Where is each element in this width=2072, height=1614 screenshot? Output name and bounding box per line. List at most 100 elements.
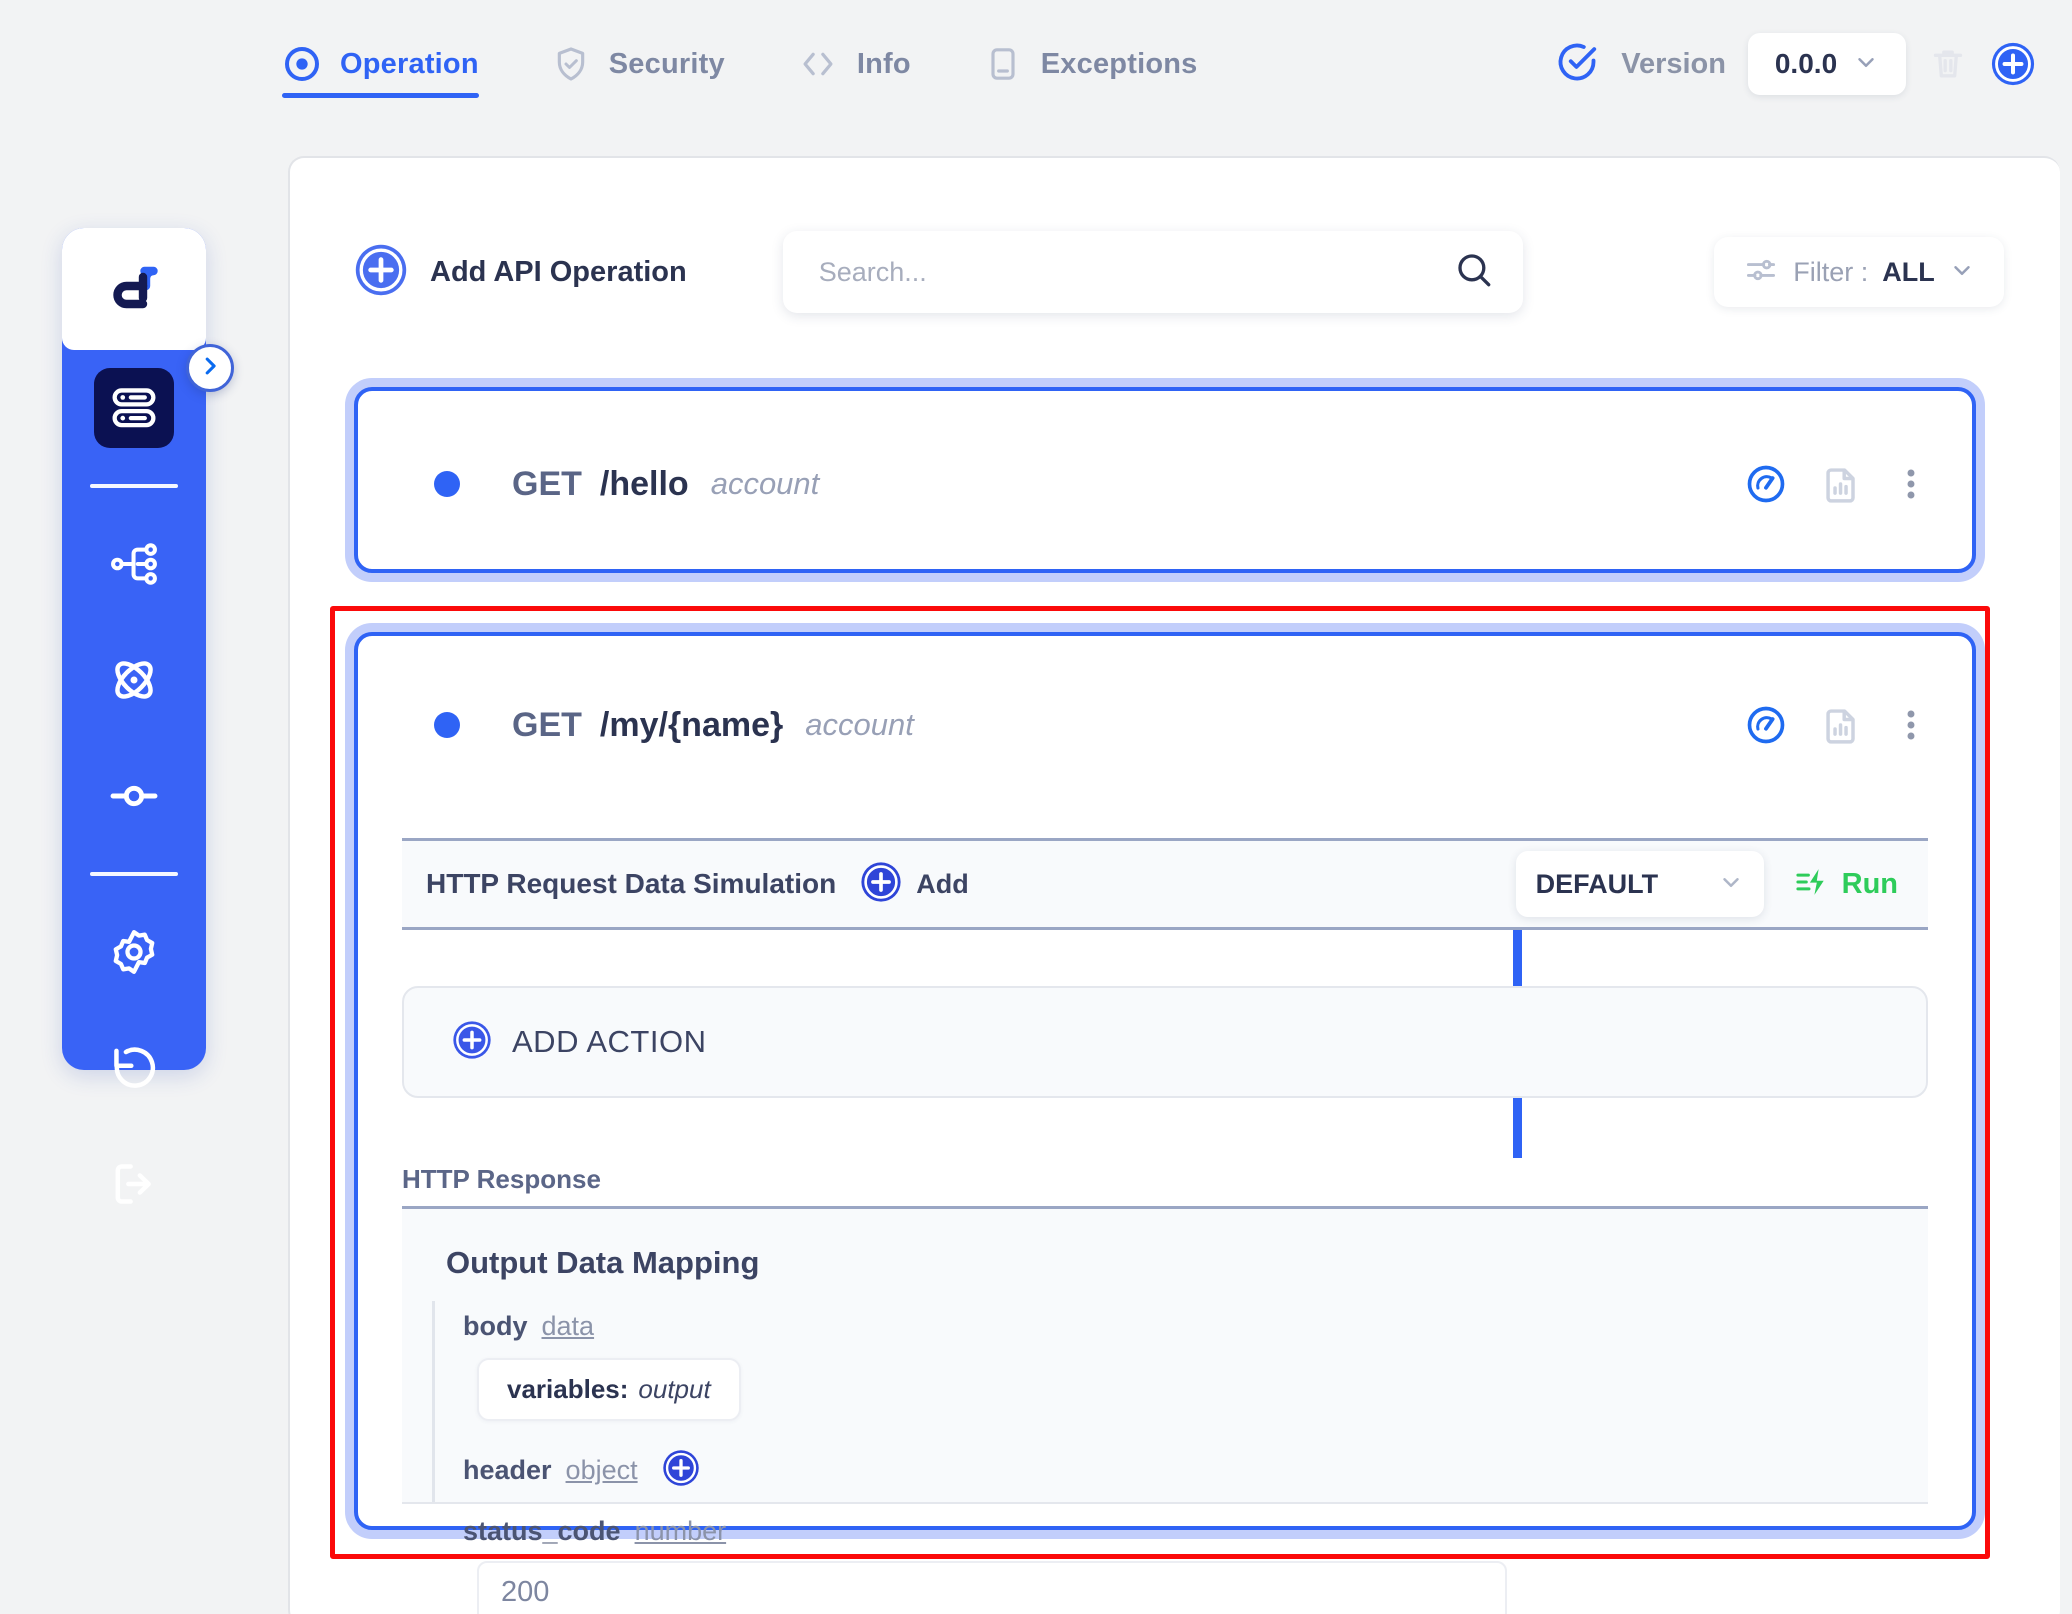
file-chart-icon[interactable] bbox=[1820, 703, 1864, 747]
field-key: header bbox=[463, 1455, 552, 1485]
operation-path: /hello bbox=[599, 464, 689, 503]
tab-exceptions[interactable]: Exceptions bbox=[983, 0, 1198, 128]
operation-tag: account bbox=[805, 707, 914, 742]
mapping-field-list: body data variables: output header objec… bbox=[432, 1301, 1908, 1614]
check-circle-icon bbox=[1555, 40, 1599, 89]
sidebar-item-flow[interactable] bbox=[62, 506, 206, 622]
sidebar-divider-2 bbox=[90, 872, 178, 876]
document-alert-icon bbox=[983, 44, 1023, 84]
operation-actions bbox=[1744, 462, 1926, 506]
body-variable-chip[interactable]: variables: output bbox=[477, 1358, 741, 1421]
operation-method: GET bbox=[512, 464, 582, 503]
plus-circle-icon bbox=[452, 1020, 492, 1065]
atom-icon bbox=[94, 640, 174, 720]
filter-select[interactable]: Filter : ALL bbox=[1714, 237, 2004, 307]
flow-connector-bottom bbox=[1513, 1098, 1522, 1158]
sidebar-item-settings[interactable] bbox=[62, 894, 206, 1010]
operation-tag: account bbox=[710, 466, 820, 501]
output-data-mapping-title: Output Data Mapping bbox=[446, 1245, 760, 1280]
sidebar-item-logout[interactable] bbox=[62, 1126, 206, 1242]
operation-method: GET bbox=[512, 705, 582, 744]
field-key: body bbox=[463, 1311, 528, 1341]
operation-card-my-name[interactable]: GET /my/{name} account HTTP Request Data… bbox=[354, 632, 1976, 1614]
chevron-down-icon bbox=[1949, 257, 1975, 288]
add-action-button[interactable]: ADD ACTION bbox=[402, 986, 1928, 1098]
tab-security[interactable]: Security bbox=[551, 0, 725, 128]
plus-circle-icon[interactable] bbox=[1990, 41, 2036, 87]
filter-value: ALL bbox=[1882, 256, 1935, 287]
app-logo-icon[interactable] bbox=[62, 228, 206, 350]
sidebar-item-node[interactable] bbox=[62, 738, 206, 854]
kebab-menu-icon[interactable] bbox=[1896, 462, 1926, 506]
gauge-icon[interactable] bbox=[1744, 462, 1788, 506]
lightning-run-icon bbox=[1794, 864, 1830, 905]
sidebar-collapse-button[interactable] bbox=[186, 344, 234, 392]
sitemap-icon bbox=[94, 524, 174, 604]
tab-info[interactable]: Info bbox=[797, 0, 911, 128]
plus-circle-icon bbox=[354, 243, 408, 302]
simulation-add-label: Add bbox=[916, 868, 969, 899]
field-type[interactable]: object bbox=[566, 1455, 638, 1486]
gauge-icon[interactable] bbox=[1744, 703, 1788, 747]
shield-check-icon bbox=[551, 44, 591, 84]
sidebar-divider-1 bbox=[90, 484, 178, 488]
field-key: status_code bbox=[463, 1516, 621, 1546]
status-code-input[interactable] bbox=[501, 1575, 1483, 1609]
add-action-label: ADD ACTION bbox=[512, 1024, 707, 1059]
undo-icon bbox=[94, 1028, 174, 1108]
operation-card-hello[interactable]: GET /hello account bbox=[354, 387, 1976, 573]
mapping-field-header[interactable]: header object bbox=[463, 1449, 1908, 1492]
status-dot bbox=[434, 471, 460, 497]
run-simulation-button[interactable]: Run bbox=[1794, 864, 1898, 905]
simulation-dataset-select[interactable]: DEFAULT bbox=[1515, 851, 1764, 917]
chevron-down-icon bbox=[1718, 869, 1744, 900]
operation-path: /my/{name} bbox=[599, 705, 784, 744]
http-response-label: HTTP Response bbox=[402, 1164, 601, 1194]
mapping-field-status-code[interactable]: status_code number bbox=[463, 1516, 1908, 1547]
add-api-operation-button[interactable]: Add API Operation bbox=[354, 243, 687, 302]
search-input[interactable] bbox=[818, 256, 1443, 288]
operations-toolbar: Add API Operation Search... Filter: ALL bbox=[354, 228, 2004, 316]
simulation-add-button[interactable]: Add bbox=[860, 861, 969, 908]
tab-list: Operation Security Info Exceptions bbox=[282, 0, 1269, 128]
status-dot bbox=[434, 712, 460, 738]
simulation-title: HTTP Request Data Simulation bbox=[426, 868, 837, 899]
version-controls: Version 0.0.0 bbox=[1555, 26, 2036, 102]
filter-label: Filter : bbox=[1793, 256, 1869, 287]
chevron-right-icon bbox=[197, 353, 223, 384]
operation-header[interactable]: GET /hello account bbox=[358, 391, 1972, 577]
tab-label: Info bbox=[856, 47, 911, 80]
operation-body: HTTP Request Data Simulation Add DEFAULT bbox=[358, 814, 1972, 1614]
trash-icon[interactable] bbox=[1928, 44, 1968, 84]
tab-label: Security bbox=[608, 47, 725, 80]
code-brackets-icon bbox=[797, 44, 839, 84]
tab-operation[interactable]: Operation bbox=[282, 0, 479, 128]
version-select[interactable]: 0.0.0 bbox=[1748, 33, 1906, 95]
operation-header[interactable]: GET /my/{name} account bbox=[358, 636, 1972, 814]
add-api-operation-label: Add API Operation bbox=[430, 255, 687, 288]
version-value: 0.0.0 bbox=[1774, 48, 1838, 79]
run-label: Run bbox=[1841, 867, 1898, 900]
database-icon bbox=[94, 368, 174, 448]
target-icon bbox=[282, 44, 322, 84]
kebab-menu-icon[interactable] bbox=[1896, 703, 1926, 747]
node-line-icon bbox=[94, 756, 174, 836]
logout-icon bbox=[94, 1144, 174, 1224]
plus-circle-icon bbox=[860, 861, 902, 908]
simulation-dataset-value: DEFAULT bbox=[1535, 868, 1659, 899]
top-tab-bar: Operation Security Info Exceptions Versi… bbox=[0, 0, 2072, 128]
field-type[interactable]: data bbox=[542, 1311, 595, 1342]
sidebar-item-history[interactable] bbox=[62, 1010, 206, 1126]
search-box[interactable] bbox=[782, 231, 1523, 313]
file-chart-icon[interactable] bbox=[1820, 462, 1864, 506]
variable-value: output bbox=[638, 1374, 711, 1404]
status-code-input-wrapper[interactable] bbox=[477, 1561, 1507, 1614]
gear-icon bbox=[94, 912, 174, 992]
mapping-field-body[interactable]: body data bbox=[463, 1311, 1908, 1342]
version-label: Version bbox=[1621, 47, 1726, 80]
field-type[interactable]: number bbox=[635, 1516, 727, 1547]
sidebar-item-atom[interactable] bbox=[62, 622, 206, 738]
search-icon[interactable] bbox=[1453, 249, 1495, 296]
sidebar-item-database[interactable] bbox=[62, 350, 206, 466]
plus-circle-icon[interactable] bbox=[662, 1449, 700, 1492]
